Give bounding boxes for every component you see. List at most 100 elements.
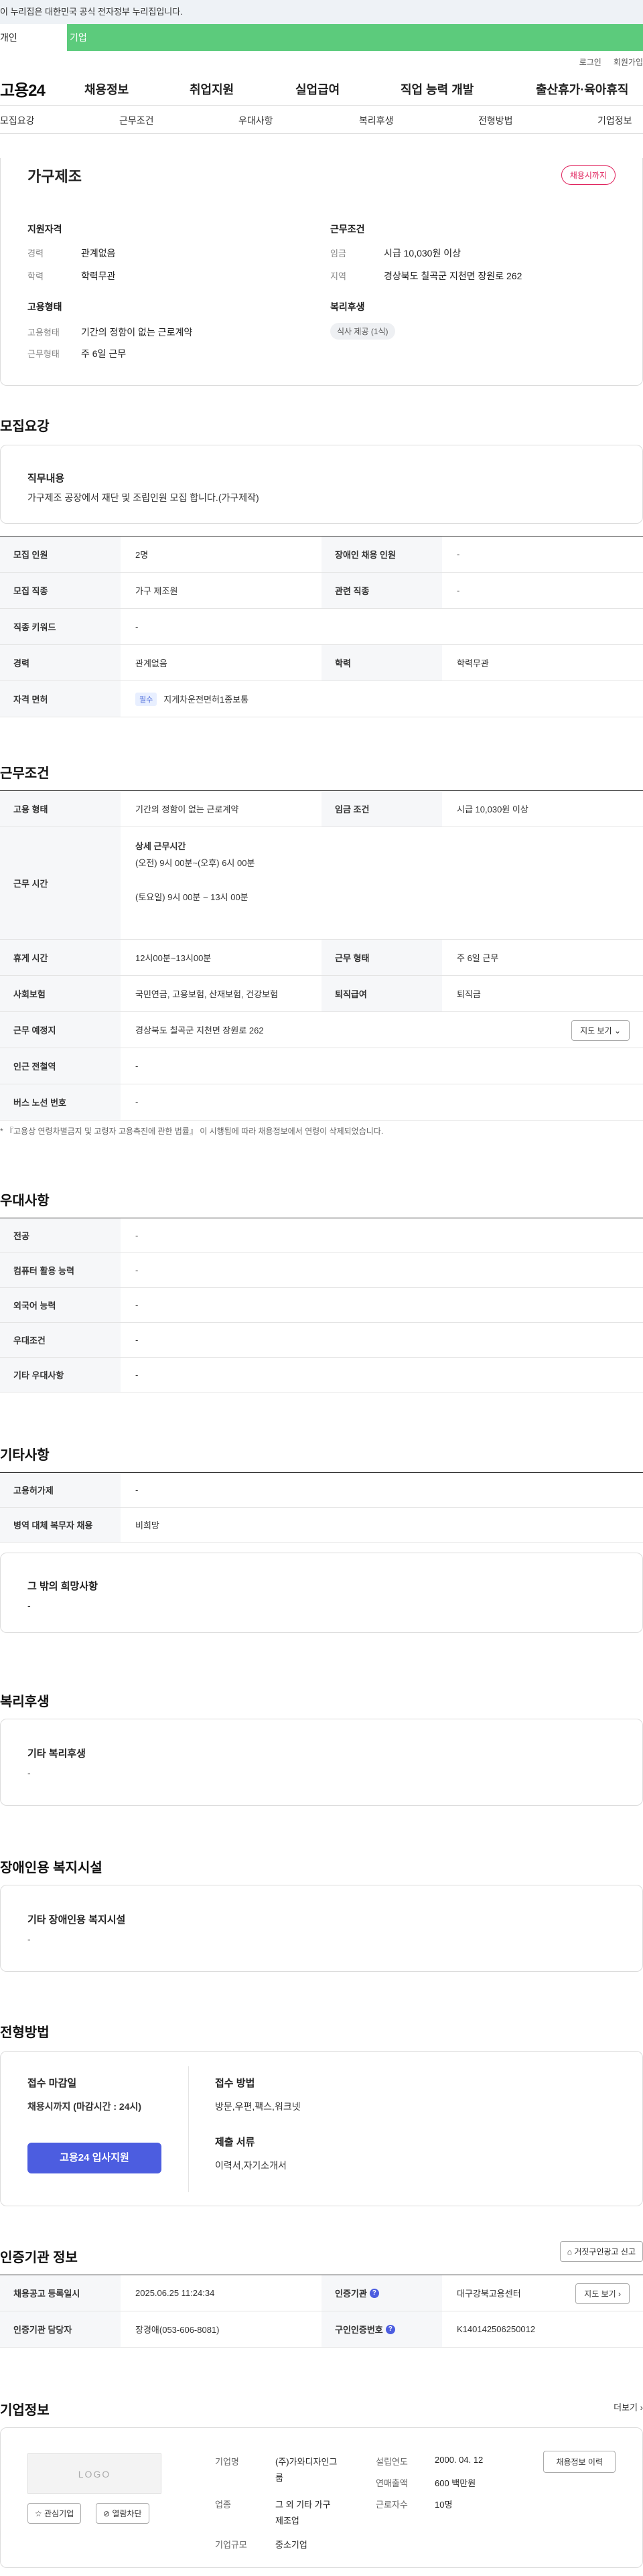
insurance-value: 국민연금, 고용보험, 산재보험, 건강보험 [135,989,279,999]
favorite-company-button[interactable]: ☆ 관심기업 [27,2503,82,2524]
keyword-label: 직종 키워드 [0,609,121,644]
disabled-count-value: - [457,549,460,559]
founded-value: 2000. 04. 12 [435,2455,484,2465]
cert-map-button[interactable]: 지도 보기 › [575,2283,630,2304]
company-size-value: 중소기업 [275,2540,307,2550]
docs-value: 이력서,자기소개서 [215,2160,287,2171]
deadline-heading: 접수 마감일 [27,2078,77,2089]
map-view-label: 지도 보기 [580,1026,612,1035]
career-label: 경력 [0,645,121,681]
utility-links: 로그인 회원가입 [0,51,643,72]
company-logo: LOGO [27,2453,161,2494]
anchor-process[interactable]: 전형방법 [478,114,513,127]
revenue-label: 연매출액 [376,2478,408,2488]
disability-box-heading: 기타 장애인용 복지시설 [27,1914,126,1926]
related-category-label: 관련 직종 [322,573,442,608]
major-label: 전공 [0,1218,121,1253]
table-row: 사회보험 국민연금, 고용보험, 산재보험, 건강보험 퇴직급여 퇴직금 [0,976,643,1012]
education-value: 학력무관 [81,271,116,281]
employees-value: 10명 [435,2500,453,2510]
duty-text: 가구제조 공장에서 재단 및 조립인원 모집 합니다.(가구제작) [27,492,259,503]
education-label: 학력 [27,271,44,281]
table-row: 컴퓨터 활용 능력 - [0,1253,643,1288]
bus-label: 버스 노선 번호 [0,1084,121,1120]
cert-no-label-cell: 구인인증번호? [322,2311,442,2347]
region-label: 지역 [330,271,346,281]
cert-map-label: 지도 보기 [584,2289,616,2299]
language-label: 외국어 능력 [0,1288,121,1322]
cert-org-label: 인증기관 [335,2289,367,2299]
job-history-button[interactable]: 채용정보 이력 [543,2451,616,2473]
disabled-count-label: 장애인 채용 인원 [322,536,442,572]
more-link[interactable]: 더보기 › [614,2401,643,2413]
home-alert-icon: ⌂ [567,2247,572,2257]
welfare-box-heading: 기타 복리후생 [27,1748,86,1760]
work-table: 고용 형태 기간의 정함이 없는 근로계약 임금 조건 시급 10,030원 이… [0,790,643,1121]
other-wishes-heading: 그 밖의 희망사항 [27,1581,98,1592]
gnb-item-parental-leave[interactable]: 출산휴가·육아휴직 [536,80,628,98]
gnb-item-unemployment-benefit[interactable]: 실업급여 [295,80,340,98]
required-badge: 필수 [135,692,157,706]
gov-banner-text: 이 누리집은 대한민국 공식 전자정부 누리집입니다. [0,7,183,17]
table-row: 버스 노선 번호 - [0,1084,643,1121]
section-title-cert: 인증기관 정보 [0,2250,78,2265]
table-row: 근무 예정지 경상북도 칠곡군 지천면 장원로 262 지도 보기 ⌄ [0,1012,643,1048]
career-value: 관계없음 [81,248,116,259]
section-title-pref: 우대사항 [0,1194,50,1208]
rest-value: 12시00분~13시00분 [135,953,212,963]
tab-personal[interactable]: 개인 [0,24,67,51]
wage-value: 시급 10,030원 이상 [384,248,461,259]
block-label: 열람차단 [112,2509,142,2518]
table-row: 휴게 시간 12시00분~13시00분 근무 형태 주 6일 근무 [0,940,643,976]
job-summary-card: 가구제조 채용시까지 지원자격 경력 관계없음 학력 학력무관 고용형태 고용형… [0,158,643,386]
site-logo[interactable]: 고용24 [0,77,84,100]
anchor-pref[interactable]: 우대사항 [238,114,273,127]
industry-label: 업종 [215,2500,231,2510]
retirement-label: 퇴직급여 [322,976,442,1011]
career-label: 경력 [27,248,44,259]
help-icon[interactable]: ? [385,2324,395,2334]
login-link[interactable]: 로그인 [579,56,601,68]
deadline-value: 채용시까지 (마감시간 : 24시) [27,2101,142,2112]
job-category-label: 모집 직종 [0,573,121,608]
employment-type-heading: 고용형태 [27,301,62,312]
recruit-table: 모집 인원 2명 장애인 채용 인원 - 모집 직종 가구 제조원 관련 직종 … [0,536,643,717]
gnb-item-skills-development[interactable]: 직업 능력 개발 [401,80,474,98]
emp-type-label: 고용형태 [27,328,60,338]
rest-label: 휴게 시간 [0,940,121,975]
table-row: 우대조건 - [0,1323,643,1358]
work-hours-saturday: (토요일) 9시 00분 ~ 13시 00분 [135,892,248,902]
table-row: 경력 관계없음 학력 학력무관 [0,645,643,681]
company-name-label: 기업명 [215,2457,239,2467]
employees-label: 근로자수 [376,2500,408,2510]
military-label: 병역 대체 복무자 채용 [0,1508,121,1542]
career-value: 관계없음 [135,658,167,668]
conditions-heading: 근무조건 [330,224,365,234]
gnb-item-jobs[interactable]: 채용정보 [84,80,129,98]
section-anchor-nav: 모집요강 근무조건 우대사항 복리후생 전형방법 기업정보 [0,106,643,134]
pref-table: 전공 - 컴퓨터 활용 능력 - 외국어 능력 - 우대조건 - 기타 우대사항 - [0,1218,643,1392]
subway-label: 인근 전철역 [0,1048,121,1084]
pref-condition-value: - [135,1335,139,1345]
favorite-label: 관심기업 [44,2509,74,2518]
block-view-button[interactable]: ⊘ 열람차단 [96,2503,149,2524]
chevron-right-icon: › [618,2289,621,2299]
anchor-recruit[interactable]: 모집요강 [0,114,35,127]
cert-no-label: 구인인증번호 [335,2325,383,2335]
work-form-label: 근무 형태 [322,940,442,975]
company-name-value-1: (주)가와디자인그 [275,2457,338,2467]
anchor-welfare[interactable]: 복리후생 [359,114,394,127]
other-wishes-value: - [27,1600,31,1611]
table-row: 고용 형태 기간의 정함이 없는 근로계약 임금 조건 시급 10,030원 이… [0,791,643,827]
tab-company[interactable]: 기업 [67,24,643,51]
apply-button[interactable]: 고용24 입사지원 [27,2143,161,2173]
help-icon[interactable]: ? [369,2288,379,2298]
anchor-company[interactable]: 기업정보 [597,114,632,127]
report-fake-ad-button[interactable]: ⌂ 거짓구인광고 신고 [559,2241,643,2262]
signup-link[interactable]: 회원가입 [614,56,643,68]
gnb-item-employment-support[interactable]: 취업지원 [190,80,234,98]
more-label: 더보기 [614,2403,638,2413]
duty-heading: 직무내용 [27,473,65,484]
anchor-work[interactable]: 근무조건 [119,114,154,127]
map-view-button[interactable]: 지도 보기 ⌄ [571,1020,630,1041]
